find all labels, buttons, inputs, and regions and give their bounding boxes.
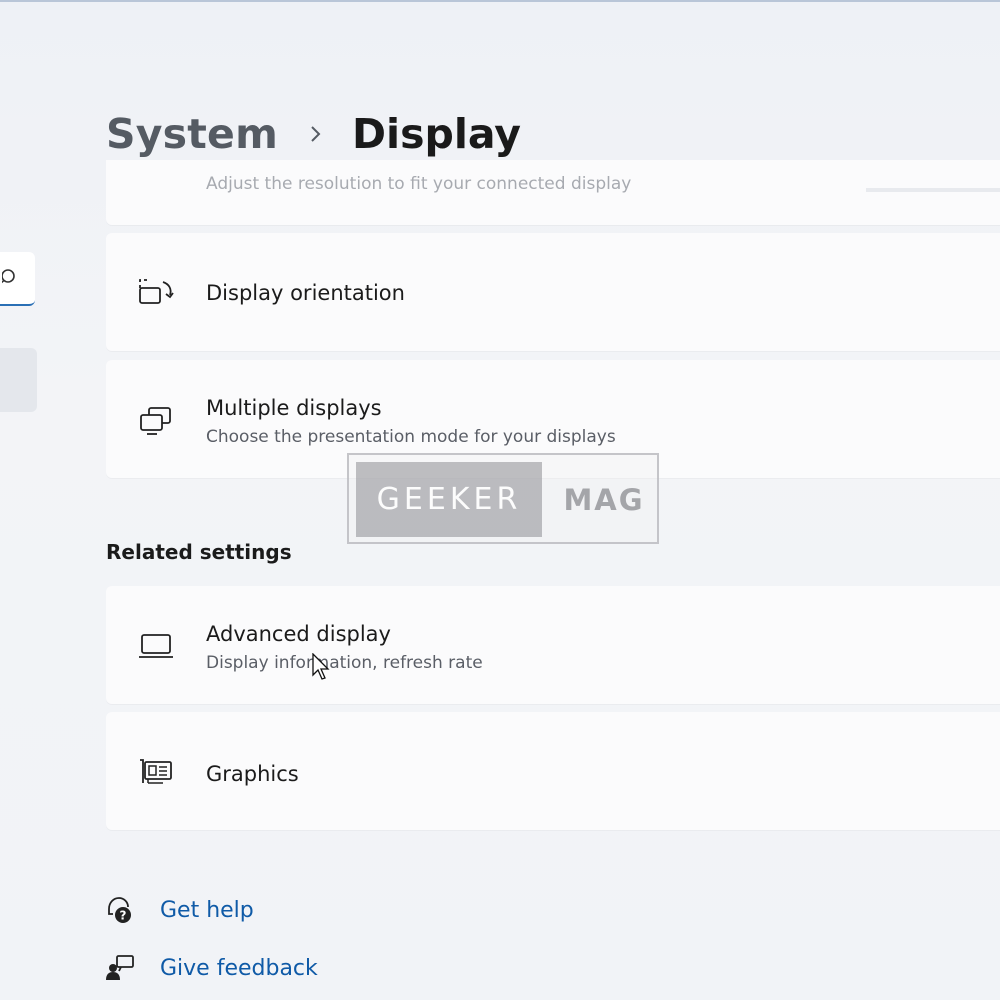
graphics-title: Graphics xyxy=(206,762,299,786)
page-title: Display xyxy=(352,110,522,158)
get-help-link[interactable]: ? Get help xyxy=(104,890,254,930)
give-feedback-label: Give feedback xyxy=(160,955,318,981)
get-help-label: Get help xyxy=(160,897,254,923)
multiple-displays-title: Multiple displays xyxy=(206,396,382,420)
laptop-icon xyxy=(136,626,176,666)
watermark-logo: GEEKER MAG xyxy=(347,453,659,544)
mouse-cursor-icon xyxy=(312,653,330,680)
display-orientation-icon xyxy=(136,273,176,313)
breadcrumb: System Display xyxy=(106,104,521,164)
related-settings-heading: Related settings xyxy=(106,540,292,564)
display-orientation-card[interactable]: Display orientation xyxy=(106,233,1000,351)
advanced-display-subtitle: Display information, refresh rate xyxy=(206,653,483,673)
display-resolution-subtitle: Adjust the resolution to fit your connec… xyxy=(206,174,632,194)
svg-text:?: ? xyxy=(120,909,127,923)
feedback-icon xyxy=(104,952,136,984)
graphics-card-icon xyxy=(136,752,176,792)
advanced-display-card[interactable]: Advanced display Display information, re… xyxy=(106,586,1000,704)
help-icon: ? xyxy=(104,894,136,926)
graphics-card[interactable]: Graphics xyxy=(106,712,1000,830)
resolution-dropdown[interactable] xyxy=(866,188,1000,192)
multiple-displays-icon xyxy=(136,400,176,440)
window-top-border xyxy=(0,0,1000,2)
sidebar-item-selected[interactable] xyxy=(0,348,37,412)
chevron-right-icon xyxy=(300,114,332,154)
watermark-right-text: MAG xyxy=(563,482,645,517)
advanced-display-title: Advanced display xyxy=(206,622,391,646)
search-icon xyxy=(2,269,15,284)
watermark-left-text: GEEKER xyxy=(356,462,542,537)
multiple-displays-subtitle: Choose the presentation mode for your di… xyxy=(206,427,616,447)
display-orientation-title: Display orientation xyxy=(206,281,405,305)
search-input[interactable] xyxy=(0,252,35,306)
display-resolution-card[interactable]: Adjust the resolution to fit your connec… xyxy=(106,160,1000,225)
breadcrumb-parent[interactable]: System xyxy=(106,110,278,158)
give-feedback-link[interactable]: Give feedback xyxy=(104,948,318,988)
